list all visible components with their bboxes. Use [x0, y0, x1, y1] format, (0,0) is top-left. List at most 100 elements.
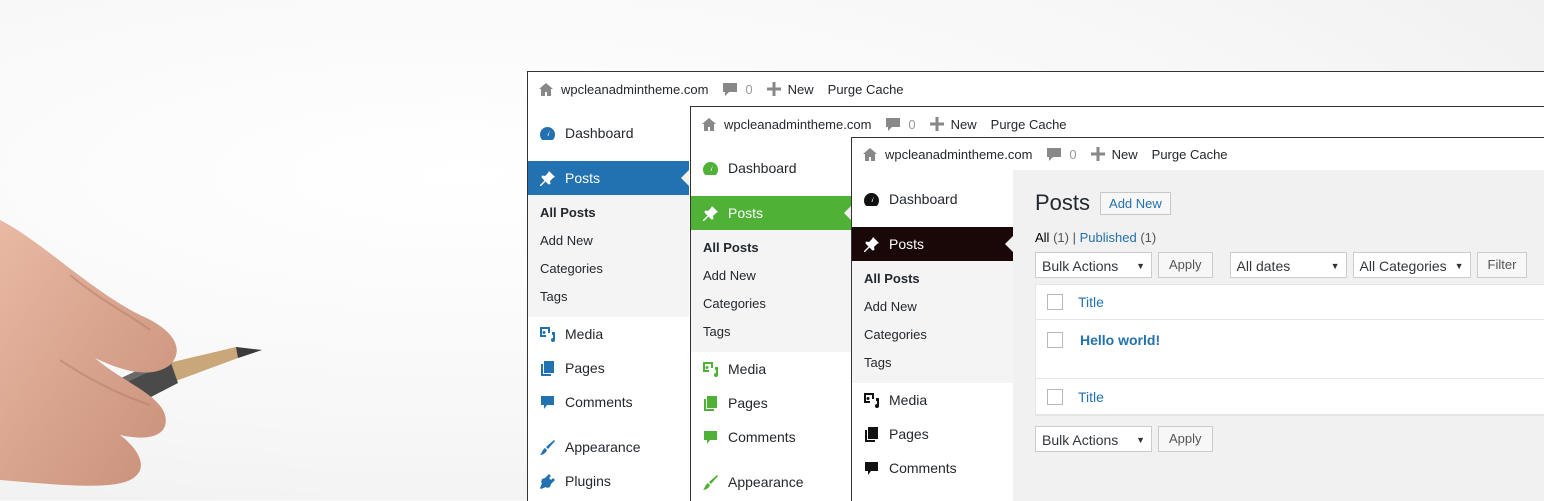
comment-count: 0: [745, 81, 753, 97]
bulk-actions-value: Bulk Actions: [1042, 258, 1119, 274]
menu-comments[interactable]: Comments: [852, 451, 1013, 485]
posts-submenu: All Posts Add New Categories Tags: [691, 230, 852, 352]
admin-bar: wpcleanadmintheme.com 0 New Purge Cache: [691, 107, 1544, 141]
comment-count: 0: [908, 116, 916, 132]
submenu-categories[interactable]: Categories: [528, 255, 689, 283]
site-link[interactable]: wpcleanadmintheme.com: [862, 147, 1032, 162]
apply-button[interactable]: Apply: [1158, 252, 1213, 278]
site-link[interactable]: wpcleanadmintheme.com: [701, 117, 871, 132]
submenu-add-new[interactable]: Add New: [852, 293, 1013, 321]
submenu-categories[interactable]: Categories: [691, 290, 852, 318]
purge-cache-link[interactable]: Purge Cache: [1152, 147, 1228, 162]
filter-all-count: (1): [1053, 230, 1069, 245]
table-header-row: Title: [1036, 285, 1544, 320]
dates-select[interactable]: All dates ▼: [1229, 252, 1347, 278]
menu-posts[interactable]: Posts: [852, 227, 1013, 261]
menu-dashboard[interactable]: Dashboard: [852, 182, 1013, 216]
table-footer-row: Title: [1036, 379, 1544, 415]
posts-screen: Posts Add New All (1) | Published (1) Bu…: [1013, 170, 1544, 501]
new-link[interactable]: New: [1090, 146, 1138, 162]
filter-button[interactable]: Filter: [1476, 252, 1528, 278]
plus-icon: [929, 117, 944, 131]
categories-select[interactable]: All Categories ▼: [1352, 252, 1471, 278]
pushpin-icon: [538, 169, 556, 187]
home-icon: [539, 82, 553, 96]
menu-comments[interactable]: Comments: [528, 385, 689, 419]
menu-comments[interactable]: Comments: [691, 420, 852, 454]
dates-value: All dates: [1236, 258, 1291, 274]
submenu-tags[interactable]: Tags: [852, 349, 1013, 377]
menu-label: Pages: [889, 426, 929, 442]
submenu-tags[interactable]: Tags: [528, 283, 689, 311]
menu-media[interactable]: Media: [691, 352, 852, 386]
pushpin-icon: [862, 235, 880, 253]
select-all-checkbox-footer[interactable]: [1047, 388, 1063, 405]
submenu-add-new[interactable]: Add New: [691, 262, 852, 290]
new-label: New: [950, 116, 977, 132]
menu-label: Posts: [728, 205, 764, 221]
menu-label: Media: [889, 392, 928, 408]
new-label: New: [1111, 146, 1138, 162]
comments-link[interactable]: 0: [1046, 147, 1077, 162]
menu-label: Pages: [565, 360, 605, 376]
comments-link[interactable]: 0: [722, 81, 753, 97]
pages-icon: [862, 425, 880, 443]
post-title-link[interactable]: Hello world!: [1080, 332, 1160, 348]
menu-posts[interactable]: Posts: [528, 161, 689, 195]
admin-bar: wpcleanadmintheme.com 0 New Purge Cache: [852, 138, 1544, 170]
submenu-add-new[interactable]: Add New: [528, 227, 689, 255]
submenu-tags[interactable]: Tags: [691, 318, 852, 346]
comment-bubble-icon: [723, 82, 738, 96]
menu-dashboard[interactable]: Dashboard: [528, 116, 689, 150]
menu-media[interactable]: Media: [528, 317, 689, 351]
menu-label: Pages: [728, 395, 768, 411]
menu-dashboard[interactable]: Dashboard: [691, 151, 852, 185]
admin-window-dark: wpcleanadmintheme.com 0 New Purge Cache …: [851, 137, 1544, 501]
menu-label: Dashboard: [565, 125, 634, 141]
submenu-all-posts[interactable]: All Posts: [528, 199, 689, 227]
menu-plugins[interactable]: Plugins: [528, 464, 689, 498]
menu-media[interactable]: Media: [852, 383, 1013, 417]
submenu-all-posts[interactable]: All Posts: [691, 234, 852, 262]
site-link[interactable]: wpcleanadmintheme.com: [538, 82, 708, 97]
menu-posts[interactable]: Posts: [691, 196, 852, 230]
menu-pages[interactable]: Pages: [528, 351, 689, 385]
column-footer-title[interactable]: Title: [1078, 389, 1104, 405]
add-new-button[interactable]: Add New: [1100, 191, 1171, 215]
comments-icon: [701, 428, 719, 446]
filter-all-link[interactable]: All: [1035, 230, 1049, 245]
pushpin-icon: [701, 204, 719, 222]
pages-icon: [538, 359, 556, 377]
paintbrush-icon: [701, 473, 719, 491]
bulk-actions-select-bottom[interactable]: Bulk Actions ▼: [1035, 426, 1152, 452]
filter-published-link[interactable]: Published: [1080, 230, 1137, 245]
menu-appearance[interactable]: Appearance: [528, 430, 689, 464]
menu-pages[interactable]: Pages: [691, 386, 852, 420]
comments-link[interactable]: 0: [885, 116, 916, 132]
select-all-checkbox[interactable]: [1047, 294, 1063, 310]
new-link[interactable]: New: [929, 116, 977, 132]
purge-cache-link[interactable]: Purge Cache: [828, 82, 904, 97]
column-header-title[interactable]: Title: [1078, 294, 1104, 310]
menu-pages[interactable]: Pages: [852, 417, 1013, 451]
media-icon: [701, 360, 719, 378]
comments-icon: [538, 393, 556, 411]
hand-pencil-illustration: [0, 220, 262, 486]
media-icon: [538, 325, 556, 343]
posts-submenu: All Posts Add New Categories Tags: [852, 261, 1013, 383]
menu-label: Media: [728, 361, 767, 377]
menu-label: Media: [565, 326, 604, 342]
filter-published-count: (1): [1140, 230, 1157, 245]
menu-appearance[interactable]: Appearance: [691, 465, 852, 499]
row-checkbox[interactable]: [1047, 332, 1063, 348]
apply-button-bottom[interactable]: Apply: [1158, 426, 1213, 452]
submenu-categories[interactable]: Categories: [852, 321, 1013, 349]
purge-cache-link[interactable]: Purge Cache: [991, 117, 1067, 132]
new-link[interactable]: New: [766, 82, 814, 97]
table-row: Hello world!: [1036, 320, 1544, 379]
bulk-actions-select[interactable]: Bulk Actions ▼: [1035, 252, 1152, 278]
dashboard-icon: [862, 190, 880, 208]
dropdown-arrow-icon: ▼: [1136, 435, 1145, 445]
purge-cache-label: Purge Cache: [990, 116, 1067, 132]
submenu-all-posts[interactable]: All Posts: [852, 265, 1013, 293]
